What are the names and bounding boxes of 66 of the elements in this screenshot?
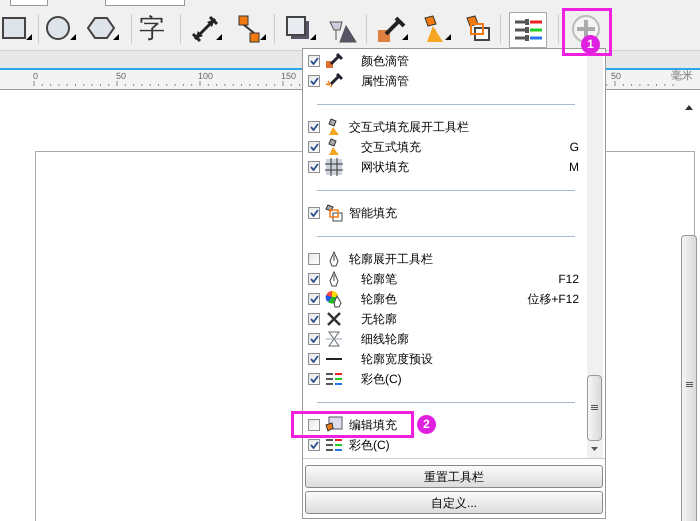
text-tool-glyph[interactable]: 字 xyxy=(139,12,171,44)
hairline-icon xyxy=(325,330,343,348)
menu-item-label[interactable]: 智能填充 xyxy=(349,206,397,220)
eyedropper-icon xyxy=(325,52,343,70)
checkbox[interactable] xyxy=(308,253,320,265)
menu-item-label[interactable]: 无轮廓 xyxy=(361,312,397,326)
highlight-frame xyxy=(562,8,612,56)
ruler-label: 50 xyxy=(116,71,126,81)
sliders-icon xyxy=(513,18,543,42)
menu-item-label[interactable]: 细线轮廓 xyxy=(361,332,409,346)
shortcut-label: G xyxy=(570,140,579,154)
menu-item-label[interactable]: 轮廓宽度预设 xyxy=(361,352,433,366)
checkbox[interactable] xyxy=(308,353,320,365)
checkbox[interactable] xyxy=(308,293,320,305)
shortcut-label: 位移+F12 xyxy=(527,292,579,306)
checkbox[interactable] xyxy=(308,161,320,173)
mesh-grid-icon xyxy=(325,158,343,176)
checkbox[interactable] xyxy=(308,121,320,133)
sliders-icon xyxy=(325,436,343,454)
checkbox[interactable] xyxy=(308,273,320,285)
checkbox[interactable] xyxy=(308,333,320,345)
checkbox[interactable] xyxy=(308,141,320,153)
menu-item-label[interactable]: 彩色(C) xyxy=(349,438,390,452)
line-icon xyxy=(325,358,343,360)
eyedropper-icon xyxy=(325,72,343,90)
ruler-label: 150 xyxy=(281,71,296,81)
ruler-unit: 毫米 xyxy=(671,70,693,82)
edit-fill-icon xyxy=(325,416,343,434)
menu-item-label[interactable]: 颜色滴管 xyxy=(361,54,409,68)
checkbox[interactable] xyxy=(308,419,320,431)
dimension-tool-icon[interactable] xyxy=(190,14,222,44)
menu-item-label[interactable]: 网状填充 xyxy=(361,160,409,174)
menu-item-label[interactable]: 属性滴管 xyxy=(361,74,409,88)
shortcut-label: M xyxy=(569,160,579,174)
checkbox[interactable] xyxy=(308,313,320,325)
checkbox[interactable] xyxy=(308,75,320,87)
menu-item-label[interactable]: 交互式填充 xyxy=(361,140,421,154)
menu-item-label[interactable]: 彩色(C) xyxy=(361,372,402,386)
scroll-thumb[interactable] xyxy=(587,375,602,441)
sliders-icon xyxy=(325,370,343,388)
menu-item-label[interactable]: 轮廓色 xyxy=(361,292,397,306)
vertical-scrollbar[interactable] xyxy=(681,235,697,521)
ruler-label: 100 xyxy=(198,71,214,81)
color-wheel-icon xyxy=(325,290,343,308)
checkbox[interactable] xyxy=(308,207,320,219)
menu-item-label[interactable]: 交互式填充展开工具栏 xyxy=(349,120,469,134)
menu-item-label[interactable]: 轮廓展开工具栏 xyxy=(349,252,433,266)
shortcut-label: F12 xyxy=(558,272,579,286)
grip-icon xyxy=(686,382,692,388)
checkbox[interactable] xyxy=(308,55,320,67)
menu-item-label[interactable]: 轮廓笔 xyxy=(361,272,397,286)
checkbox[interactable] xyxy=(308,373,320,385)
ruler-label: 0 xyxy=(33,71,38,81)
menu-item-label[interactable]: 编辑填充 xyxy=(349,418,397,432)
menu-scrollbar[interactable] xyxy=(587,49,603,458)
ruler-label: 50 xyxy=(611,71,622,81)
scroll-down-icon[interactable] xyxy=(591,447,598,451)
eyedropper-tool-icon[interactable] xyxy=(376,14,408,44)
scroll-up-icon[interactable] xyxy=(685,105,693,110)
smart-fill-icon xyxy=(325,204,343,222)
color-palette-button[interactable] xyxy=(509,12,547,48)
x-icon xyxy=(325,310,343,328)
checkbox[interactable] xyxy=(308,439,320,451)
menu-button[interactable]: 重置工具栏 xyxy=(305,465,603,488)
menu-button[interactable]: 自定义... xyxy=(305,491,603,514)
grip-icon xyxy=(591,405,598,411)
